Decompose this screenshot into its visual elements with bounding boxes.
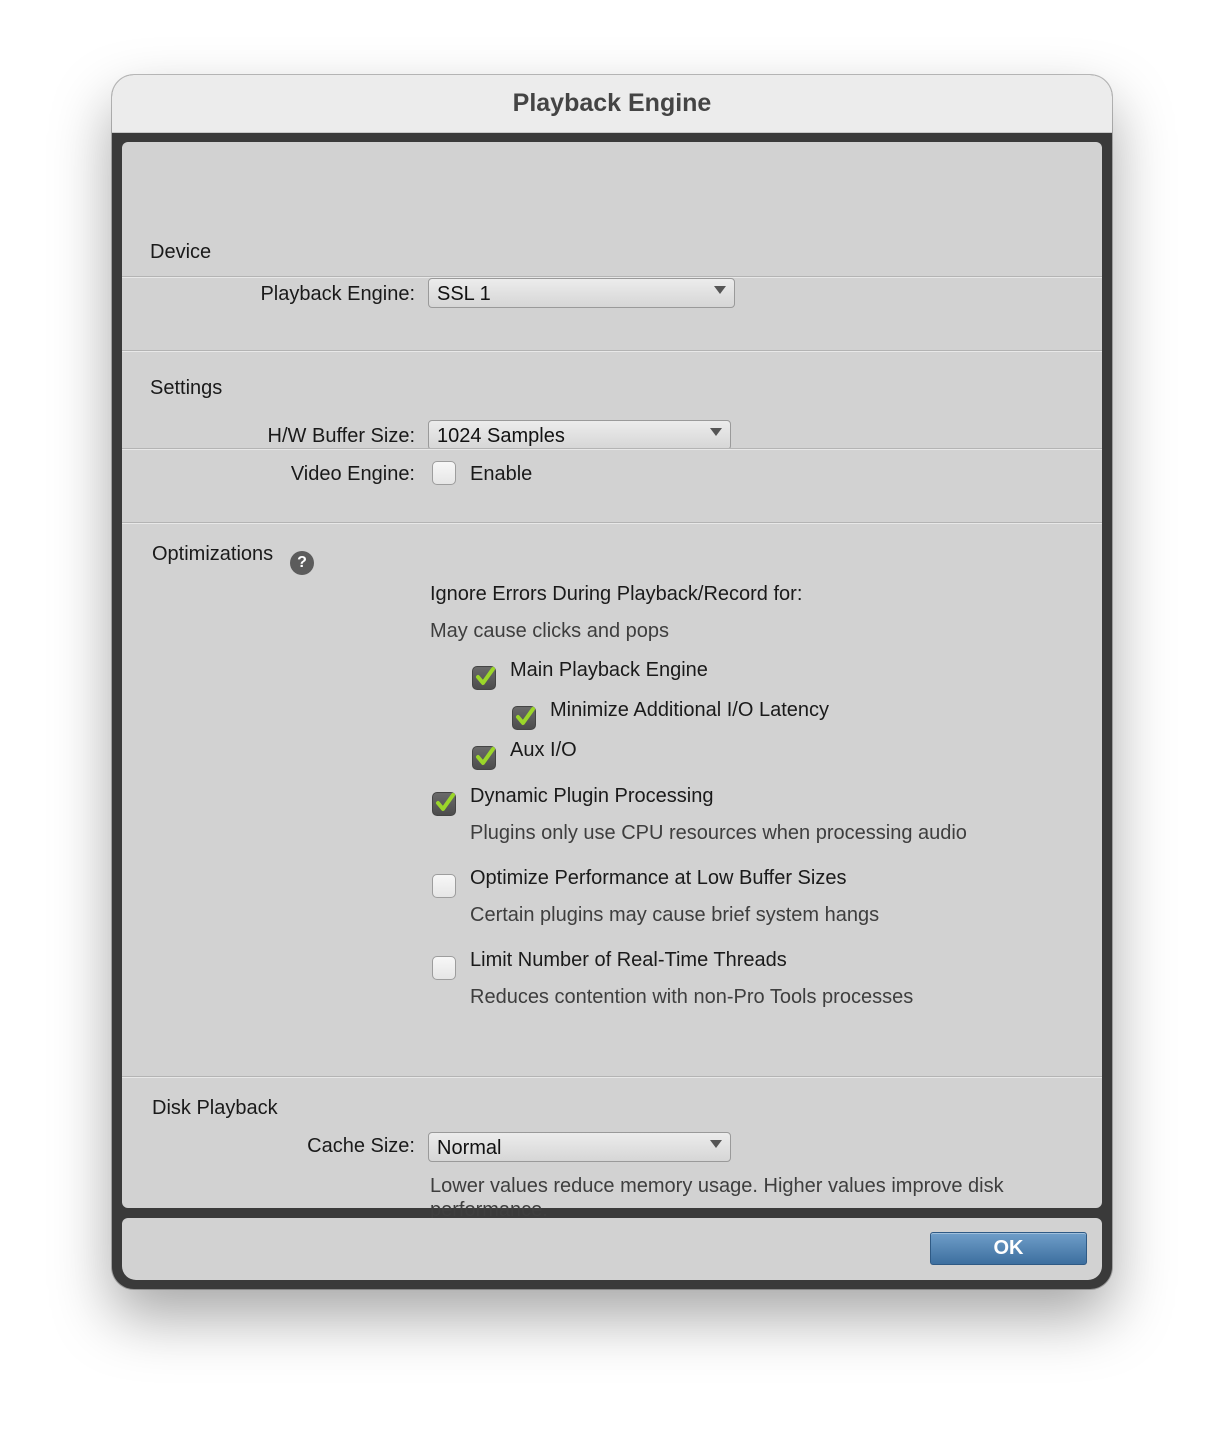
dialog-title: Playback Engine bbox=[112, 75, 1112, 133]
optimize-low-buffer-note: Certain plugins may cause brief system h… bbox=[470, 904, 880, 926]
cache-size-note-line1: Lower values reduce memory usage. Higher… bbox=[430, 1175, 1004, 1197]
cache-size-value: Normal bbox=[437, 1137, 502, 1159]
main-playback-engine-checkbox[interactable] bbox=[472, 666, 496, 690]
aux-io-checkbox[interactable] bbox=[472, 746, 496, 770]
settings-section-title: Settings bbox=[150, 377, 223, 399]
ok-button[interactable]: OK bbox=[930, 1232, 1087, 1265]
chevron-down-icon bbox=[710, 428, 722, 436]
section-divider bbox=[122, 448, 1102, 450]
checkmark-icon bbox=[476, 667, 495, 685]
section-divider bbox=[122, 1076, 1102, 1078]
checkmark-icon bbox=[436, 793, 455, 811]
device-section-title: Device bbox=[150, 241, 212, 263]
buffer-size-label: H/W Buffer Size: bbox=[267, 425, 415, 447]
dialog-footer: OK bbox=[122, 1218, 1102, 1280]
optimizations-section-title: Optimizations bbox=[152, 543, 274, 565]
ignore-errors-note: May cause clicks and pops bbox=[430, 620, 670, 642]
dynamic-plugin-note: Plugins only use CPU resources when proc… bbox=[470, 822, 967, 844]
limit-threads-checkbox[interactable] bbox=[432, 956, 456, 980]
playback-engine-select[interactable]: SSL 1 bbox=[428, 278, 735, 308]
cache-size-label: Cache Size: bbox=[307, 1135, 415, 1157]
optimize-low-buffer-label: Optimize Performance at Low Buffer Sizes bbox=[470, 867, 847, 889]
dynamic-plugin-checkbox[interactable] bbox=[432, 792, 456, 816]
disk-playback-section-title: Disk Playback bbox=[152, 1097, 278, 1119]
video-engine-enable-label: Enable bbox=[470, 463, 533, 485]
section-divider bbox=[122, 522, 1102, 524]
section-divider bbox=[122, 350, 1102, 352]
checkmark-icon bbox=[476, 747, 495, 765]
limit-threads-label: Limit Number of Real-Time Threads bbox=[470, 949, 787, 971]
dynamic-plugin-label: Dynamic Plugin Processing bbox=[470, 785, 714, 807]
help-icon[interactable]: ? bbox=[290, 551, 314, 575]
chevron-down-icon bbox=[710, 1140, 722, 1148]
playback-engine-dialog: Playback Engine Device Playback Engine: … bbox=[112, 75, 1112, 1289]
checkmark-icon bbox=[516, 707, 535, 725]
settings-panel: Device Playback Engine: SSL 1 Settings H… bbox=[122, 142, 1102, 1221]
cache-size-select[interactable]: Normal bbox=[428, 1132, 731, 1162]
section-divider bbox=[122, 276, 1102, 278]
minimize-io-latency-label: Minimize Additional I/O Latency bbox=[550, 699, 830, 721]
playback-engine-value: SSL 1 bbox=[437, 283, 491, 305]
main-playback-engine-label: Main Playback Engine bbox=[510, 659, 708, 681]
limit-threads-note: Reduces contention with non-Pro Tools pr… bbox=[470, 986, 914, 1008]
minimize-io-latency-checkbox[interactable] bbox=[512, 706, 536, 730]
video-engine-label: Video Engine: bbox=[290, 463, 415, 485]
optimize-low-buffer-checkbox[interactable] bbox=[432, 874, 456, 898]
ignore-errors-heading: Ignore Errors During Playback/Record for… bbox=[430, 583, 803, 605]
chevron-down-icon bbox=[714, 286, 726, 294]
playback-engine-label: Playback Engine: bbox=[260, 283, 415, 305]
video-engine-checkbox[interactable] bbox=[432, 461, 456, 485]
buffer-size-value: 1024 Samples bbox=[437, 425, 565, 447]
buffer-size-select[interactable]: 1024 Samples bbox=[428, 420, 731, 450]
aux-io-label: Aux I/O bbox=[510, 739, 577, 761]
